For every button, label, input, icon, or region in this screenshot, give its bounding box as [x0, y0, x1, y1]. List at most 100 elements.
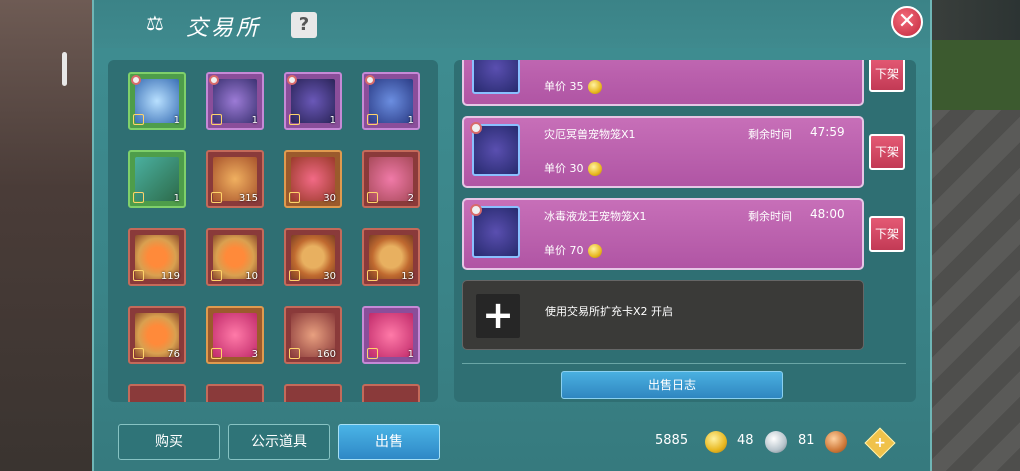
listing-item[interactable]: 单价 35 [462, 60, 864, 106]
listing-price: 单价 70 [544, 242, 602, 258]
item-count: 3 [251, 349, 258, 360]
pin-icon [365, 75, 375, 85]
lock-icon [367, 114, 378, 125]
inventory-slot-golden-shirt[interactable]: 315 [206, 150, 264, 208]
inventory-slot-soup-bowl[interactable]: 30 [284, 228, 342, 286]
item-count: 2 [407, 193, 414, 204]
gold-coin-icon [587, 162, 602, 176]
inventory-panel: 1 1 1 1 1 315 30 2 119 10 30 13 76 3 160 1 [108, 60, 438, 402]
sale-log-button[interactable]: 出售日志 [561, 371, 783, 399]
listing-item[interactable]: 冰毒液龙王宠物笼X1 剩余时间 48:00 单价 70 [462, 198, 864, 270]
inventory-slot-pet-cage-ice-beast[interactable]: 1 [128, 72, 186, 130]
item-count: 10 [245, 271, 258, 282]
add-currency-button[interactable]: + [864, 427, 896, 459]
tab-sell[interactable]: 出售 [338, 424, 440, 460]
lock-icon [367, 270, 378, 281]
title-bar: ⚖ 交易所 ? ✕ [94, 0, 930, 48]
lock-icon [133, 348, 144, 359]
help-button[interactable]: ? [291, 12, 317, 38]
inventory-slot-food-dish-1[interactable]: 119 [128, 228, 186, 286]
inventory-slot-pink-badge[interactable]: 1 [362, 306, 420, 364]
pin-icon [209, 75, 219, 85]
tab-buy[interactable]: 购买 [118, 424, 220, 460]
inventory-slot-heart-badge[interactable]: 3 [206, 306, 264, 364]
exchange-window: ⚖ 交易所 ? ✕ 1 1 1 1 1 315 30 2 119 10 30 13 76 3 160 1 单价… [92, 0, 932, 471]
listings-panel: 单价 35 下架 灾厄冥兽宠物笼X1 剩余时间 47:59 单价 30 下架 冰… [454, 60, 916, 402]
lock-icon [133, 270, 144, 281]
item-count: 76 [167, 349, 180, 360]
tab-public-items[interactable]: 公示道具 [228, 424, 330, 460]
inventory-slot-pet-cage-dark-beast[interactable]: 1 [284, 72, 342, 130]
lock-icon [289, 348, 300, 359]
gold-coin-icon [705, 431, 727, 453]
delist-button[interactable]: 下架 [869, 134, 905, 170]
screen-edge-handle[interactable] [62, 52, 67, 86]
bronze-coin-icon [825, 431, 847, 453]
lock-icon [211, 192, 222, 203]
item-count: 30 [323, 271, 336, 282]
divider [462, 363, 906, 364]
listing-item[interactable]: 灾厄冥兽宠物笼X1 剩余时间 47:59 单价 30 [462, 116, 864, 188]
lock-icon [211, 348, 222, 359]
item-count: 315 [238, 193, 258, 204]
item-count: 1 [173, 115, 180, 126]
lock-icon [289, 192, 300, 203]
item-count: 13 [401, 271, 414, 282]
lock-icon [367, 348, 378, 359]
pin-icon [287, 75, 297, 85]
expand-slot[interactable]: + 使用交易所扩充卡X2 开启 [462, 280, 864, 350]
lock-icon [289, 270, 300, 281]
listing-price: 单价 30 [544, 160, 602, 176]
pet-cage-icon [470, 122, 520, 176]
inventory-slot-magic-wand[interactable]: 1 [128, 150, 186, 208]
pin-icon [131, 75, 141, 85]
gold-amount: 5885 [655, 433, 689, 448]
listing-price: 单价 35 [544, 78, 602, 94]
scales-icon: ⚖ [146, 11, 164, 35]
silver-coin-icon [765, 431, 787, 453]
inventory-slot-partial[interactable] [206, 384, 264, 402]
inventory-slot-pet-cage-purple-beast[interactable]: 1 [206, 72, 264, 130]
close-button[interactable]: ✕ [891, 6, 923, 38]
gold-coin-icon [587, 244, 602, 258]
item-count: 119 [160, 271, 180, 282]
item-count: 1 [173, 193, 180, 204]
lock-icon [211, 270, 222, 281]
pin-icon [470, 204, 482, 216]
listing-name: 冰毒液龙王宠物笼X1 [544, 210, 647, 223]
inventory-slot-partial[interactable] [128, 384, 186, 402]
plus-icon[interactable]: + [476, 294, 520, 338]
background-grass [925, 40, 1020, 110]
background-wall [0, 0, 95, 471]
expand-slot-text: 使用交易所扩充卡X2 开启 [545, 305, 674, 318]
inventory-slot-soup-plate[interactable]: 13 [362, 228, 420, 286]
inventory-slot-partial[interactable] [362, 384, 420, 402]
inventory-slot-food-dish-3[interactable]: 76 [128, 306, 186, 364]
inventory-slot-pet-cage-blue-dragon[interactable]: 1 [362, 72, 420, 130]
inventory-slot-partial[interactable] [284, 384, 342, 402]
pet-cage-icon [472, 60, 520, 94]
lock-icon [133, 114, 144, 125]
time-remaining-label: 剩余时间 [748, 128, 792, 141]
item-count: 1 [407, 115, 414, 126]
time-remaining-label: 剩余时间 [748, 210, 792, 223]
pin-icon [470, 122, 482, 134]
time-remaining-value: 47:59 [810, 125, 845, 139]
inventory-slot-ticket[interactable]: 2 [362, 150, 420, 208]
inventory-slot-fan-item[interactable]: 160 [284, 306, 342, 364]
item-count: 160 [316, 349, 336, 360]
listing-name: 灾厄冥兽宠物笼X1 [544, 128, 636, 141]
lock-icon [367, 192, 378, 203]
silver-amount: 48 [737, 433, 754, 448]
lock-icon [289, 114, 300, 125]
item-count: 1 [329, 115, 336, 126]
delist-button[interactable]: 下架 [869, 216, 905, 252]
inventory-slot-food-dish-2[interactable]: 10 [206, 228, 264, 286]
bronze-amount: 81 [798, 433, 815, 448]
item-count: 30 [323, 193, 336, 204]
pet-cage-icon [470, 204, 520, 258]
item-count: 1 [251, 115, 258, 126]
delist-button[interactable]: 下架 [869, 60, 905, 92]
inventory-slot-flower-charm[interactable]: 30 [284, 150, 342, 208]
time-remaining-value: 48:00 [810, 207, 845, 221]
